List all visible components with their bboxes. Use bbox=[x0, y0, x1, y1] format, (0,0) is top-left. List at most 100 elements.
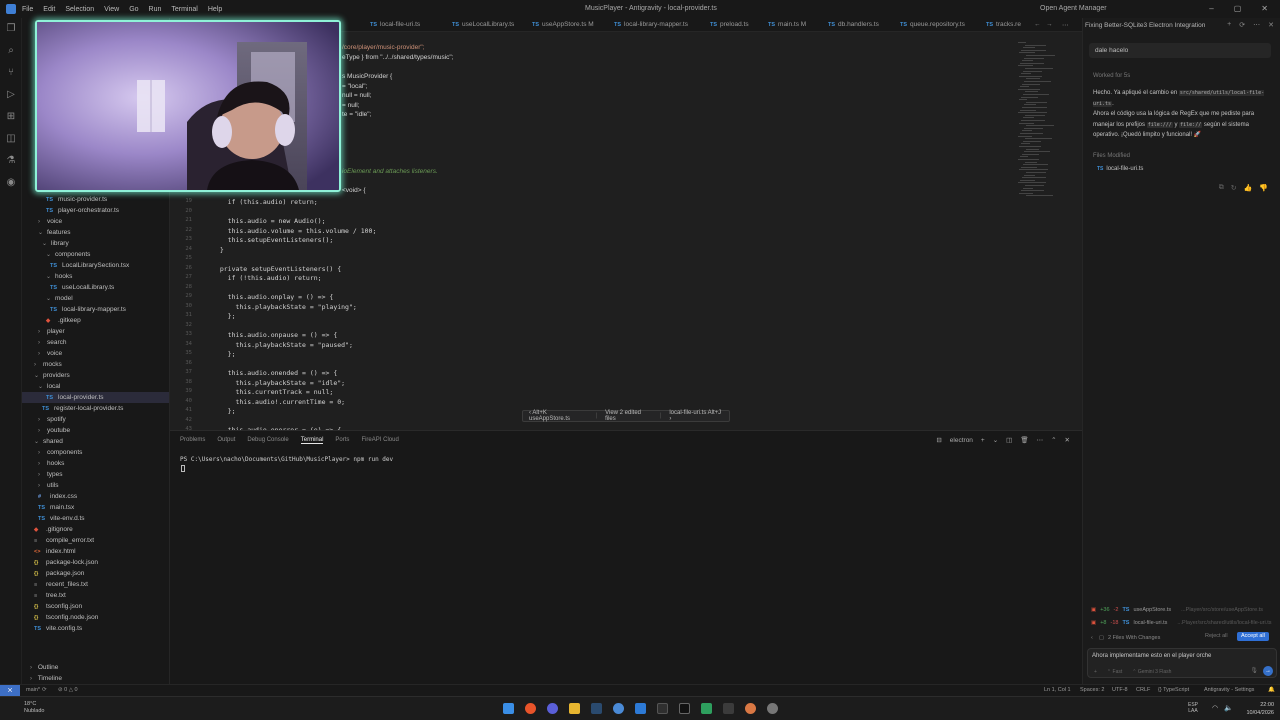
tab-queue-repository[interactable]: TS queue.repository.ts bbox=[900, 21, 965, 28]
language-indicator[interactable]: ESP LAA bbox=[1188, 702, 1198, 714]
reject-all-button[interactable]: Reject all bbox=[1205, 633, 1228, 639]
file-item[interactable]: ≡ recent_files.txt bbox=[22, 579, 169, 590]
source-control-icon[interactable]: ⑂ bbox=[6, 68, 16, 78]
vscode-icon[interactable] bbox=[635, 703, 646, 714]
folder-item[interactable]: › player bbox=[22, 326, 169, 337]
claude-icon[interactable] bbox=[745, 703, 756, 714]
change-row[interactable]: ▣ +36 -2 TS useAppStore.ts ...Player/src… bbox=[1091, 604, 1273, 615]
extensions-icon[interactable]: ⊞ bbox=[6, 112, 16, 122]
panel-tab-problems[interactable]: Problems bbox=[180, 437, 205, 444]
menu-run[interactable]: Run bbox=[149, 6, 162, 13]
folder-item[interactable]: ⌄ model bbox=[22, 293, 169, 304]
add-icon[interactable]: + bbox=[1227, 21, 1231, 29]
folder-item[interactable]: ⌄ library bbox=[22, 238, 169, 249]
outline-section[interactable]: › Outline bbox=[30, 664, 58, 671]
thumbs-up-icon[interactable]: 👍 bbox=[1244, 184, 1253, 192]
file-item[interactable]: TS local-library-mapper.ts bbox=[22, 304, 169, 315]
maximize-icon[interactable]: ▢ bbox=[1234, 4, 1242, 13]
folder-item[interactable]: › voice bbox=[22, 216, 169, 227]
problems-indicator[interactable]: ⊘ 0 △ 0 bbox=[58, 687, 78, 693]
file-item[interactable]: TS music-provider.ts bbox=[22, 194, 169, 205]
panel-tab-terminal[interactable]: Terminal bbox=[300, 437, 324, 444]
menu-go[interactable]: Go bbox=[129, 6, 138, 13]
folder-item[interactable]: ⌄ components bbox=[22, 249, 169, 260]
minimize-icon[interactable]: – bbox=[1209, 4, 1213, 13]
tab-main[interactable]: TS main.ts M bbox=[768, 21, 806, 28]
split-terminal-icon[interactable]: ◫ bbox=[1006, 436, 1012, 444]
file-item[interactable]: <> index.html bbox=[22, 546, 169, 557]
panel-tab-fireapi[interactable]: FireAPI Cloud bbox=[361, 437, 398, 444]
file-item[interactable]: TS vite.config.ts bbox=[22, 623, 169, 634]
chevron-icon[interactable]: ‹ bbox=[1091, 635, 1093, 641]
file-explorer-icon[interactable] bbox=[569, 703, 580, 714]
file-item[interactable]: {} package.json bbox=[22, 568, 169, 579]
tab-tracks[interactable]: TS tracks.re bbox=[986, 21, 1021, 28]
history-icon[interactable]: ⟳ bbox=[1239, 21, 1245, 29]
file-item[interactable]: TS local-provider.ts bbox=[22, 392, 169, 403]
file-item[interactable]: {} tsconfig.node.json bbox=[22, 612, 169, 623]
notifications-icon[interactable]: 🔔 bbox=[1268, 687, 1275, 693]
file-item[interactable]: TS player-orchestrator.ts bbox=[22, 205, 169, 216]
change-row[interactable]: ▣ +8 -18 TS local-file-uri.ts ...Player/… bbox=[1091, 617, 1273, 628]
windows-start-icon[interactable] bbox=[503, 703, 514, 714]
terminal-prompt[interactable]: PS C:\Users\nacho\Documents\GitHub\Music… bbox=[180, 456, 393, 463]
folder-item[interactable]: › voice bbox=[22, 348, 169, 359]
open-agent-manager-button[interactable]: Open Agent Manager bbox=[1040, 5, 1107, 12]
obs-icon[interactable] bbox=[679, 703, 690, 714]
menu-terminal[interactable]: Terminal bbox=[171, 6, 197, 13]
chat-input[interactable]: Ahora implementame esto en el player orc… bbox=[1087, 648, 1277, 678]
line-ending[interactable]: CRLF bbox=[1136, 687, 1150, 693]
tab-use-local-library[interactable]: TS useLocalLibrary.ts bbox=[452, 21, 514, 28]
timeline-section[interactable]: › Timeline bbox=[30, 675, 62, 682]
retry-icon[interactable]: ↻ bbox=[1231, 184, 1237, 192]
indentation[interactable]: Spaces: 2 bbox=[1080, 687, 1104, 693]
worked-for-label[interactable]: Worked for 5s bbox=[1093, 73, 1130, 79]
volume-icon[interactable]: 🔈 bbox=[1224, 704, 1233, 712]
file-item[interactable]: TS LocalLibrarySection.tsx bbox=[22, 260, 169, 271]
cursor-position[interactable]: Ln 1, Col 1 bbox=[1044, 687, 1071, 693]
explorer-icon[interactable]: ❐ bbox=[6, 24, 16, 34]
folder-item[interactable]: › types bbox=[22, 469, 169, 480]
menu-selection[interactable]: Selection bbox=[65, 6, 94, 13]
microphone-icon[interactable]: 🎙 bbox=[1250, 667, 1258, 674]
file-item[interactable]: ◆ .gitkeep bbox=[22, 315, 169, 326]
mode-selector[interactable]: ⌃ Fast bbox=[1107, 669, 1122, 675]
new-terminal-icon[interactable]: + bbox=[981, 437, 985, 444]
encoding[interactable]: UTF-8 bbox=[1112, 687, 1128, 693]
folder-item[interactable]: ⌄ providers bbox=[22, 370, 169, 381]
more-icon[interactable]: ⋯ bbox=[1253, 21, 1260, 29]
menu-file[interactable]: File bbox=[22, 6, 33, 13]
menu-help[interactable]: Help bbox=[208, 6, 222, 13]
file-item[interactable]: {} package-lock.json bbox=[22, 557, 169, 568]
maximize-panel-icon[interactable]: ⌃ bbox=[1051, 436, 1056, 444]
next-file-button[interactable]: local-file-uri.ts Alt+J › bbox=[669, 410, 723, 422]
accept-all-button[interactable]: Accept all bbox=[1237, 632, 1269, 641]
panel-tab-output[interactable]: Output bbox=[217, 437, 235, 444]
prev-file-button[interactable]: ‹ Alt+K useAppStore.ts bbox=[529, 410, 588, 422]
view-edited-files-button[interactable]: View 2 edited files bbox=[605, 410, 652, 422]
weather-widget[interactable]: 18°C Nublado bbox=[24, 701, 45, 715]
more-actions-icon[interactable]: ⋯ bbox=[1062, 21, 1069, 29]
files-with-changes-label[interactable]: 2 Files With Changes bbox=[1108, 635, 1160, 641]
folder-item[interactable]: › mocks bbox=[22, 359, 169, 370]
sync-icon[interactable]: ⟳ bbox=[42, 687, 47, 693]
thumbs-down-icon[interactable]: 👎 bbox=[1259, 184, 1268, 192]
folder-item[interactable]: › spotify bbox=[22, 414, 169, 425]
terminal-app-icon[interactable] bbox=[701, 703, 712, 714]
tab-nav-back-icon[interactable]: ← bbox=[1034, 21, 1041, 28]
model-selector[interactable]: ⌃ Gemini 3 Flash bbox=[1132, 669, 1171, 675]
panel-tab-debug-console[interactable]: Debug Console bbox=[247, 437, 288, 444]
account-icon[interactable]: ◉ bbox=[6, 178, 16, 188]
tab-preload[interactable]: TS preload.ts bbox=[710, 21, 749, 28]
tab-local-file-uri[interactable]: TS local-file-uri.ts bbox=[370, 21, 420, 28]
file-item[interactable]: TS main.tsx bbox=[22, 502, 169, 513]
close-icon[interactable]: ✕ bbox=[1268, 21, 1274, 29]
folder-item[interactable]: › youtube bbox=[22, 425, 169, 436]
capcut-icon[interactable] bbox=[657, 703, 668, 714]
system-clock[interactable]: 22:00 10/04/2026 bbox=[1246, 701, 1274, 717]
tab-local-library-mapper[interactable]: TS local-library-mapper.ts bbox=[614, 21, 688, 28]
tab-nav-forward-icon[interactable]: → bbox=[1046, 21, 1053, 28]
tab-use-app-store[interactable]: TS useAppStore.ts M bbox=[532, 21, 594, 28]
testing-icon[interactable]: ⚗ bbox=[6, 156, 16, 166]
chevron-down-icon[interactable]: ⌄ bbox=[993, 436, 998, 444]
